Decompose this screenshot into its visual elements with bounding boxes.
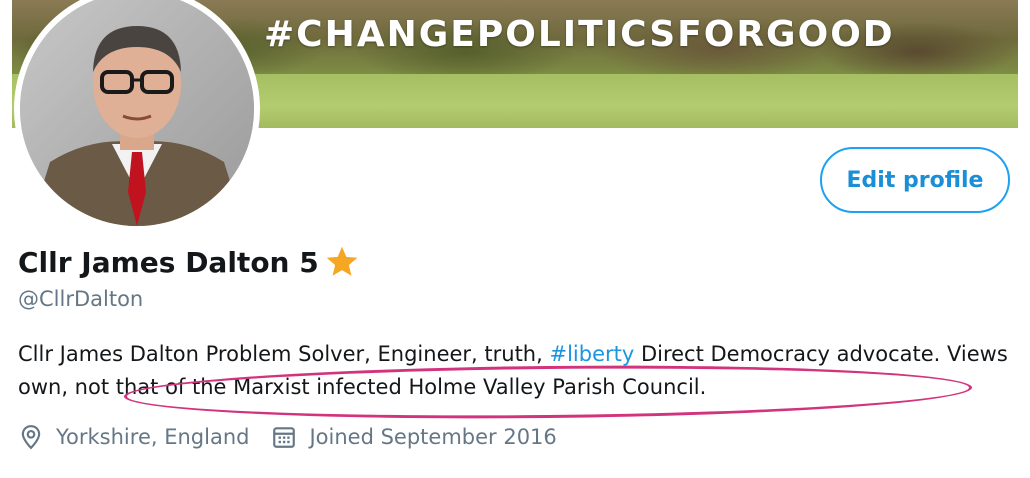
banner-hashtag-text: #CHANGEPOLITICSFORGOOD xyxy=(264,14,895,55)
profile-meta: Yorkshire, England Joined September 2016 xyxy=(18,424,579,450)
location-pin-icon xyxy=(21,425,41,450)
profile-location: Yorkshire, England xyxy=(18,424,249,450)
profile-joined: Joined September 2016 xyxy=(271,424,557,450)
avatar[interactable] xyxy=(14,0,260,232)
calendar-icon xyxy=(273,427,296,448)
profile-name-row: Cllr James Dalton 5 xyxy=(18,244,361,280)
star-icon xyxy=(326,246,358,276)
bio-text-1: Cllr James Dalton Problem Solver, Engine… xyxy=(18,342,550,366)
joined-text: Joined September 2016 xyxy=(309,425,557,449)
profile-name: Cllr James Dalton 5 xyxy=(18,245,319,279)
location-text: Yorkshire, England xyxy=(56,425,250,449)
avatar-photo xyxy=(20,0,254,226)
bio-hashtag-link[interactable]: #liberty xyxy=(549,342,634,366)
edit-profile-button[interactable]: Edit profile xyxy=(820,147,1010,213)
bio-text-2: Direct Democracy advocate. xyxy=(634,342,947,366)
profile-handle: @CllrDalton xyxy=(18,287,144,311)
profile-bio: Cllr James Dalton Problem Solver, Engine… xyxy=(18,338,1008,404)
